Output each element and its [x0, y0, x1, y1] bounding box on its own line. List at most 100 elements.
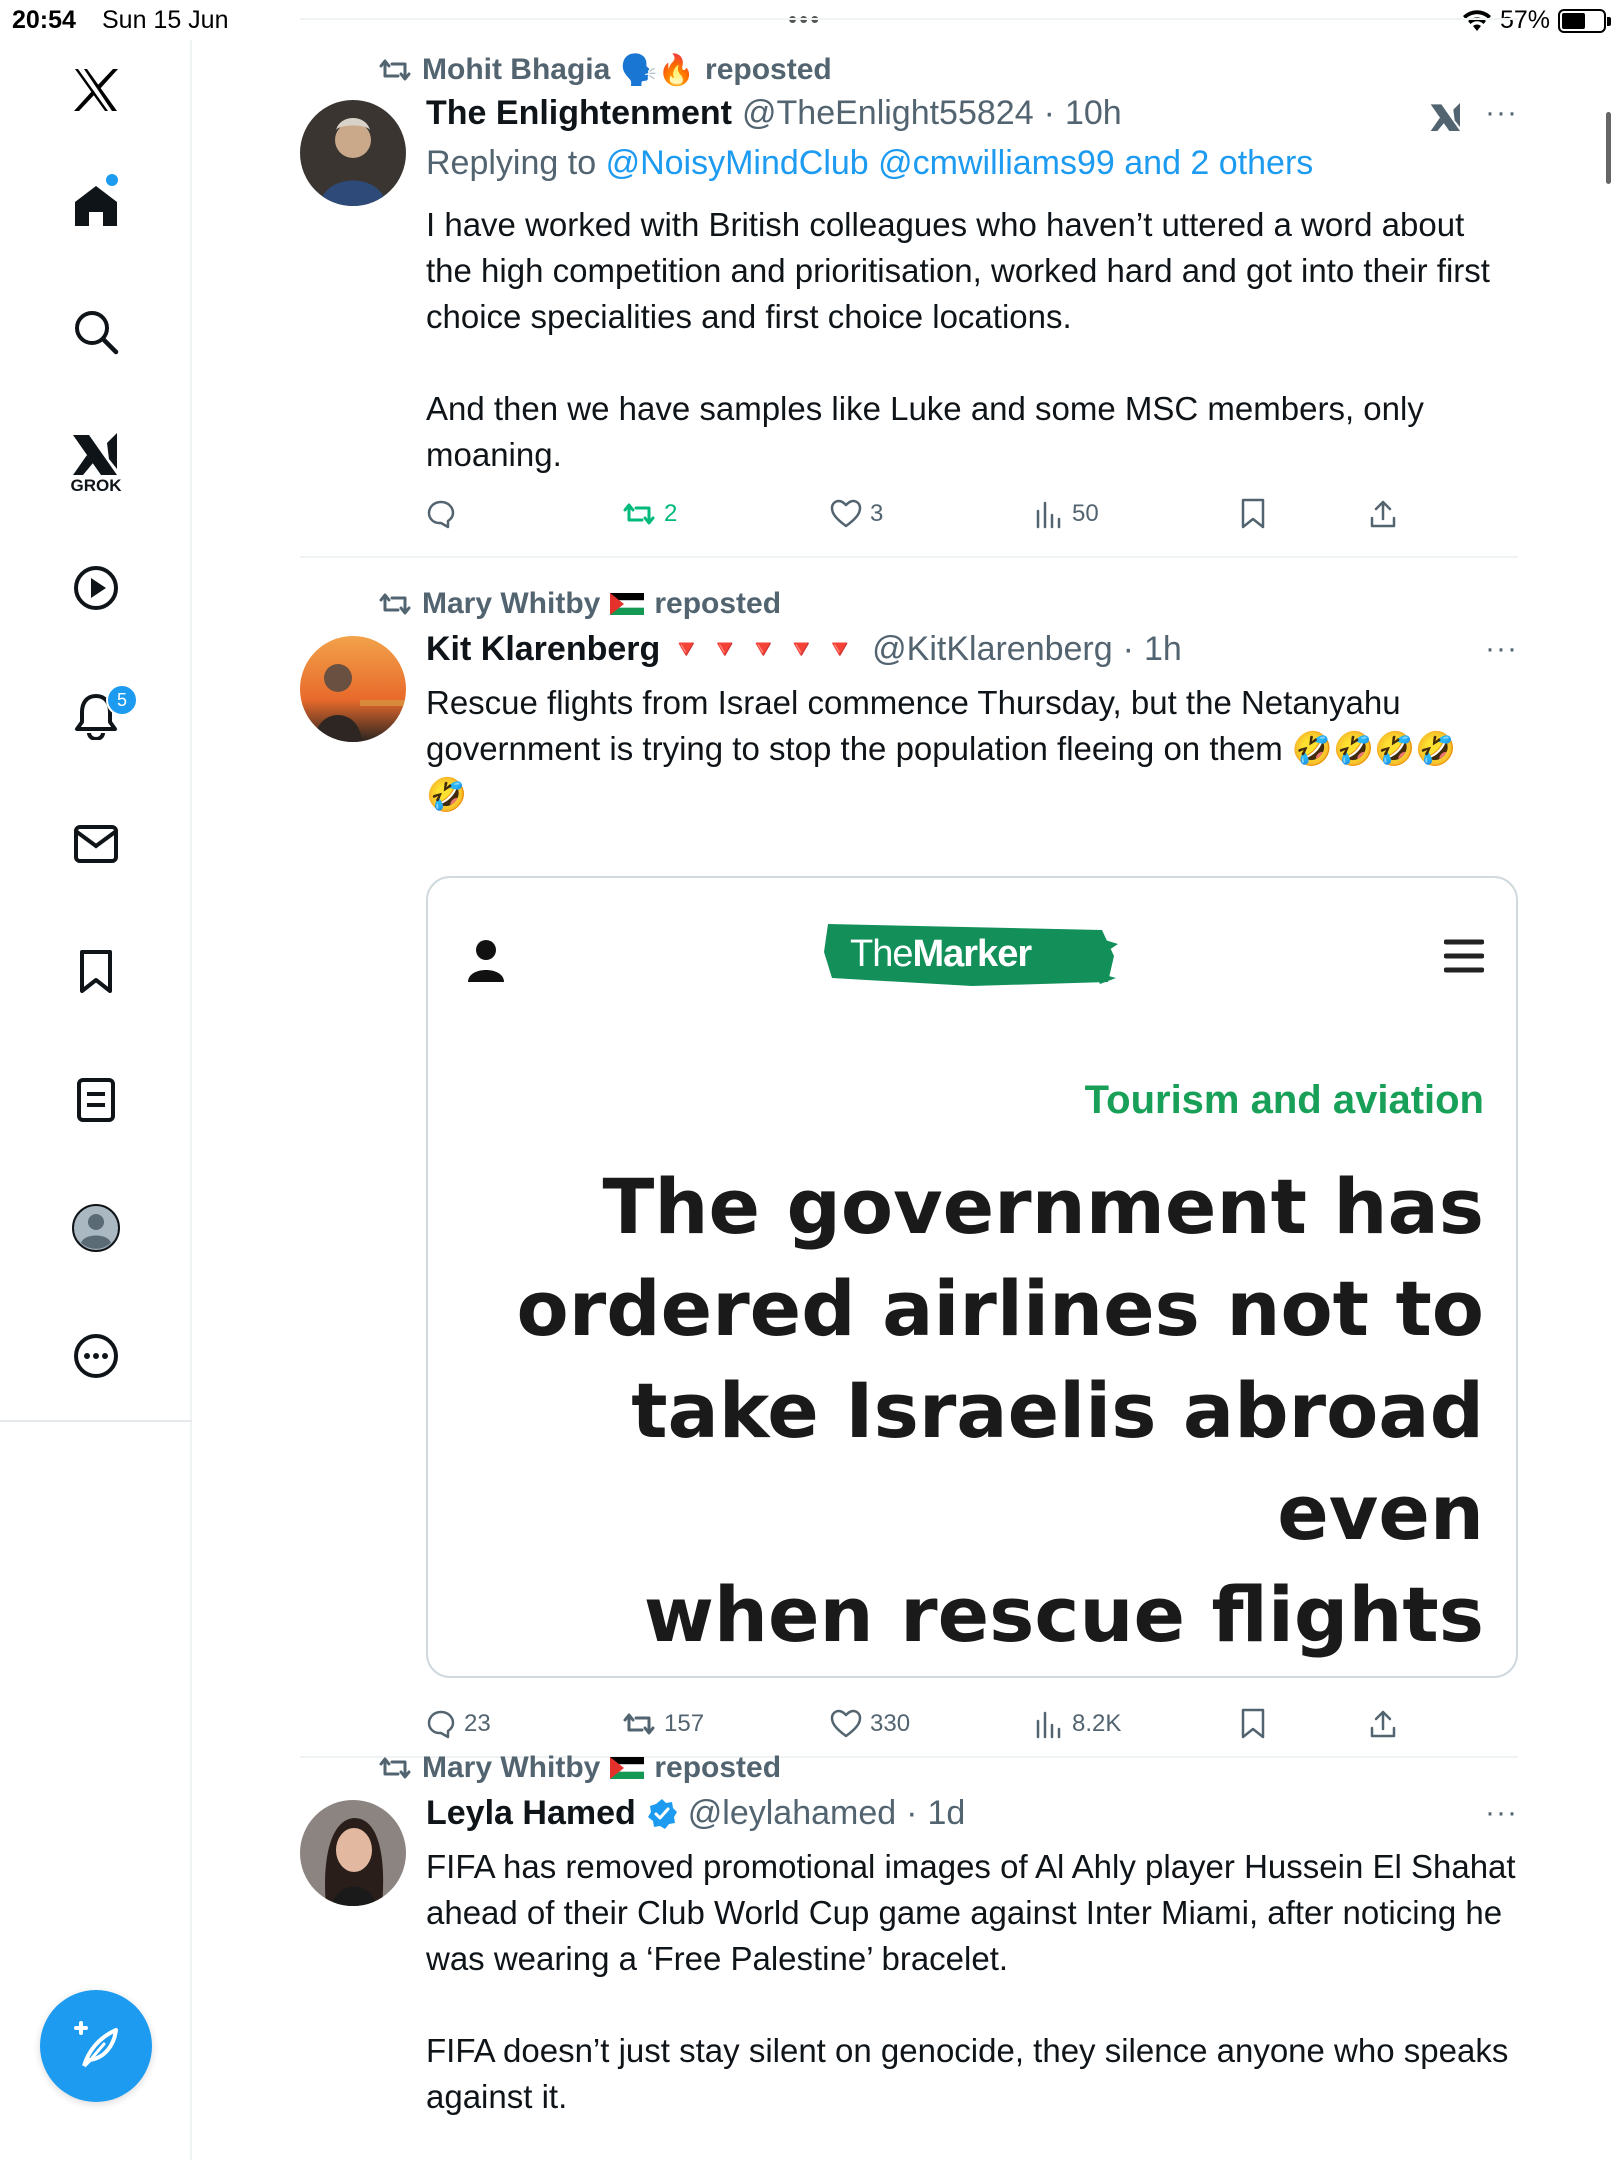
post-more-icon[interactable]: ···	[1485, 1796, 1518, 1830]
grok-icon[interactable]	[66, 424, 126, 484]
heart-icon	[830, 1709, 862, 1738]
palestine-flag-icon	[610, 593, 645, 615]
views-chart-icon	[1036, 1711, 1061, 1739]
repost-button[interactable]: 157	[622, 1702, 704, 1746]
share-icon	[1370, 1710, 1396, 1738]
repost-icon	[623, 1713, 655, 1735]
bookmark-icon	[1241, 1708, 1265, 1739]
repost-context: Mary Whitby reposted	[378, 584, 781, 624]
reposted-label: reposted	[654, 587, 782, 620]
battery-icon	[1558, 8, 1611, 33]
status-date: Sun 15 Jun	[102, 6, 229, 34]
like-button[interactable]: 3	[830, 492, 883, 536]
author-name[interactable]: Kit Klarenberg	[426, 630, 660, 669]
post-more-icon[interactable]: ···	[1485, 632, 1518, 666]
sidebar: GROK 5	[0, 40, 192, 2160]
share-button[interactable]	[1368, 1702, 1398, 1746]
reply-icon	[427, 1710, 455, 1739]
post-time[interactable]: 1d	[928, 1794, 966, 1833]
author-name[interactable]: Leyla Hamed	[426, 1794, 636, 1833]
like-button[interactable]: 330	[830, 1702, 910, 1746]
reply-button[interactable]: 23	[426, 1702, 491, 1746]
avatar[interactable]	[300, 100, 406, 206]
notifications-badge: 5	[106, 684, 138, 716]
share-icon	[1370, 500, 1396, 528]
views-button[interactable]: 50	[1034, 492, 1099, 536]
replying-to: Replying to @NoisyMindClub @cmwilliams99…	[426, 144, 1314, 182]
reply-button[interactable]	[426, 492, 464, 536]
post-header: Kit Klarenberg 🔻🔻🔻🔻🔻 @KitKlarenberg · 1h	[426, 630, 1182, 669]
reply-icon	[427, 500, 455, 529]
repost-context: Mary Whitby reposted	[378, 1748, 781, 1788]
heart-icon	[830, 499, 862, 528]
post-header: Leyla Hamed @leylahamed · 1d	[426, 1794, 966, 1833]
search-icon[interactable]	[66, 302, 126, 362]
article-headline: The government has ordered airlines not …	[516, 1162, 1484, 1676]
video-play-icon[interactable]	[66, 558, 126, 618]
hamburger-menu-icon[interactable]	[1444, 938, 1484, 974]
reposted-label: reposted	[654, 1751, 782, 1784]
repost-icon	[379, 1757, 411, 1779]
x-logo-icon[interactable]	[66, 60, 126, 120]
themarker-logo[interactable]: TheMarker	[822, 916, 1118, 992]
views-chart-icon	[1036, 501, 1061, 529]
bookmarks-icon[interactable]	[66, 942, 126, 1002]
verified-badge-icon	[647, 1798, 677, 1829]
status-time: 20:54	[12, 6, 76, 34]
post-time[interactable]: 10h	[1065, 94, 1122, 133]
logo-text: TheMarker	[850, 933, 1032, 975]
status-right: 57%	[1462, 6, 1611, 35]
author-handle[interactable]: @leylahamed	[688, 1794, 896, 1833]
avatar[interactable]	[300, 636, 406, 742]
reposter-name[interactable]: Mary Whitby	[422, 587, 600, 621]
palestine-flag-icon	[610, 1757, 645, 1779]
repost-button[interactable]: 2	[622, 492, 677, 536]
reposter-name[interactable]: Mary Whitby	[422, 1751, 600, 1785]
top-divider	[300, 18, 1518, 20]
post-text: I have worked with British colleagues wh…	[426, 206, 1490, 473]
compose-feather-icon	[74, 2021, 118, 2068]
user-account-icon[interactable]	[468, 938, 504, 984]
home-icon[interactable]	[66, 176, 126, 236]
battery-percent: 57%	[1499, 6, 1550, 34]
post-time[interactable]: 1h	[1144, 630, 1182, 669]
post-divider	[300, 556, 1518, 558]
author-name[interactable]: The Enlightenment	[426, 94, 732, 133]
bookmark-button[interactable]	[1240, 1702, 1266, 1746]
repost-context: Mohit Bhagia 🗣️🔥 reposted	[378, 50, 832, 90]
post-text: Rescue flights from Israel commence Thur…	[426, 684, 1457, 813]
reposter-name[interactable]: Mohit Bhagia	[422, 53, 610, 87]
views-button[interactable]: 8.2K	[1034, 1702, 1121, 1746]
article-section: Tourism and aviation	[1084, 1078, 1484, 1122]
reposted-label: reposted	[705, 53, 832, 86]
post-header: The Enlightenment @TheEnlight55824 · 10h	[426, 94, 1122, 133]
repost-icon	[623, 503, 655, 525]
avatar[interactable]	[300, 1800, 406, 1906]
messages-envelope-icon[interactable]	[66, 814, 126, 874]
lists-icon[interactable]	[66, 1070, 126, 1130]
replying-to-links[interactable]: @NoisyMindClub @cmwilliams99 and 2 other…	[606, 144, 1314, 182]
author-handle[interactable]: @TheEnlight55824	[742, 94, 1034, 133]
home-unread-dot	[106, 174, 118, 186]
sidebar-divider	[0, 1420, 192, 1422]
link-card[interactable]: TheMarker Tourism and aviation The gover…	[426, 876, 1518, 1678]
repost-icon	[379, 593, 411, 615]
compose-post-button[interactable]	[40, 1990, 152, 2102]
post-actions: 23 157 330 8.2K	[426, 1702, 1426, 1746]
share-button[interactable]	[1368, 492, 1398, 536]
repost-icon	[379, 59, 411, 81]
author-handle[interactable]: @KitKlarenberg	[872, 630, 1113, 669]
more-options-icon[interactable]	[66, 1326, 126, 1386]
scrollbar[interactable]	[1606, 112, 1611, 184]
author-name-emoji: 🔻🔻🔻🔻🔻	[670, 634, 863, 665]
bookmark-icon	[1241, 498, 1265, 529]
grok-label: GROK	[70, 476, 122, 495]
status-bar: 20:54 Sun 15 Jun ••• 57%	[0, 0, 1620, 40]
grok-explain-icon[interactable]	[1428, 100, 1464, 134]
profile-avatar-icon[interactable]	[66, 1198, 126, 1258]
post-text: FIFA has removed promotional images of A…	[426, 1848, 1516, 2115]
bookmark-button[interactable]	[1240, 492, 1266, 536]
reposter-emoji: 🗣️🔥	[620, 52, 696, 88]
post-more-icon[interactable]: ···	[1485, 96, 1518, 130]
post-actions: 2 3 50	[426, 492, 1426, 536]
